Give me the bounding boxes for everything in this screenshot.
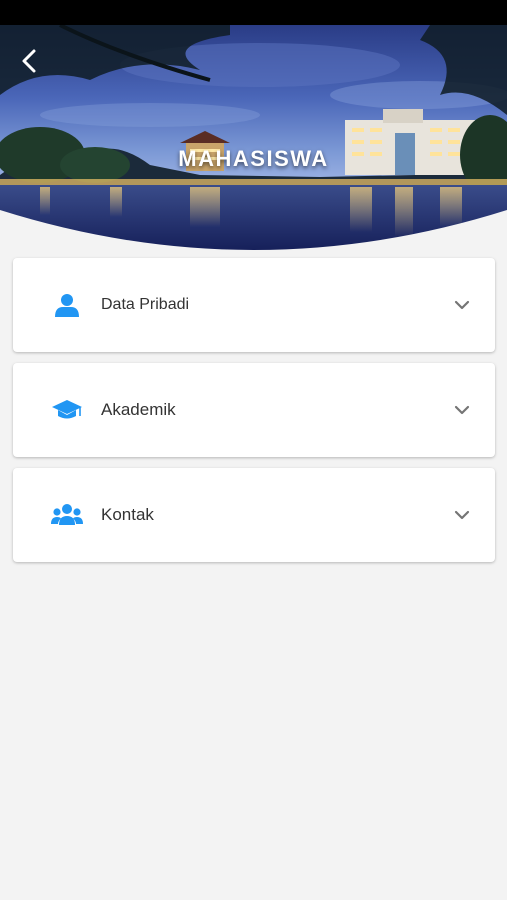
header-banner: [0, 25, 507, 250]
person-icon: [51, 291, 83, 319]
chevron-down-icon[interactable]: [453, 401, 471, 419]
page-title: MAHASISWA: [178, 146, 329, 171]
chevron-left-icon: [22, 49, 36, 73]
graduation-cap-icon: [51, 396, 83, 424]
section-akademik[interactable]: Akademik: [13, 363, 495, 457]
status-bar: [0, 0, 507, 25]
section-label: Akademik: [101, 400, 176, 419]
section-label: Kontak: [101, 505, 154, 524]
section-label: Data Pribadi: [101, 296, 190, 313]
users-icon: [51, 501, 83, 529]
chevron-down-icon[interactable]: [453, 506, 471, 524]
chevron-down-icon[interactable]: [453, 296, 471, 314]
section-kontak[interactable]: Kontak: [13, 468, 495, 562]
section-list: Data Pribadi Akademik Kontak: [13, 258, 495, 573]
back-button[interactable]: [12, 44, 46, 78]
campus-lake-image: [0, 25, 507, 250]
section-data-pribadi[interactable]: Data Pribadi: [13, 258, 495, 352]
